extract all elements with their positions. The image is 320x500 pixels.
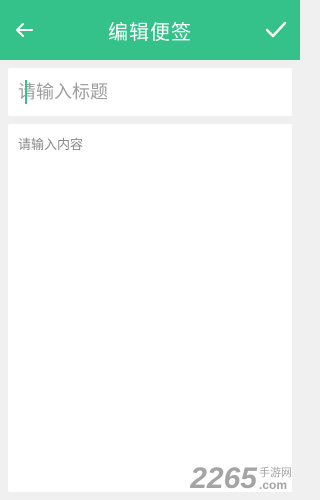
app-root: 编辑便签 2265 手游网 .com <box>0 0 300 500</box>
content-input[interactable] <box>18 134 282 482</box>
checkmark-icon <box>265 21 287 38</box>
arrow-left-icon <box>16 23 33 37</box>
title-field-card <box>8 68 292 116</box>
confirm-button[interactable] <box>262 17 290 43</box>
back-button[interactable] <box>10 18 38 42</box>
title-input[interactable] <box>18 81 282 103</box>
text-cursor <box>25 80 27 104</box>
content-field-card <box>8 124 292 492</box>
top-bar: 编辑便签 <box>0 0 300 60</box>
page-title: 编辑便签 <box>108 19 192 44</box>
